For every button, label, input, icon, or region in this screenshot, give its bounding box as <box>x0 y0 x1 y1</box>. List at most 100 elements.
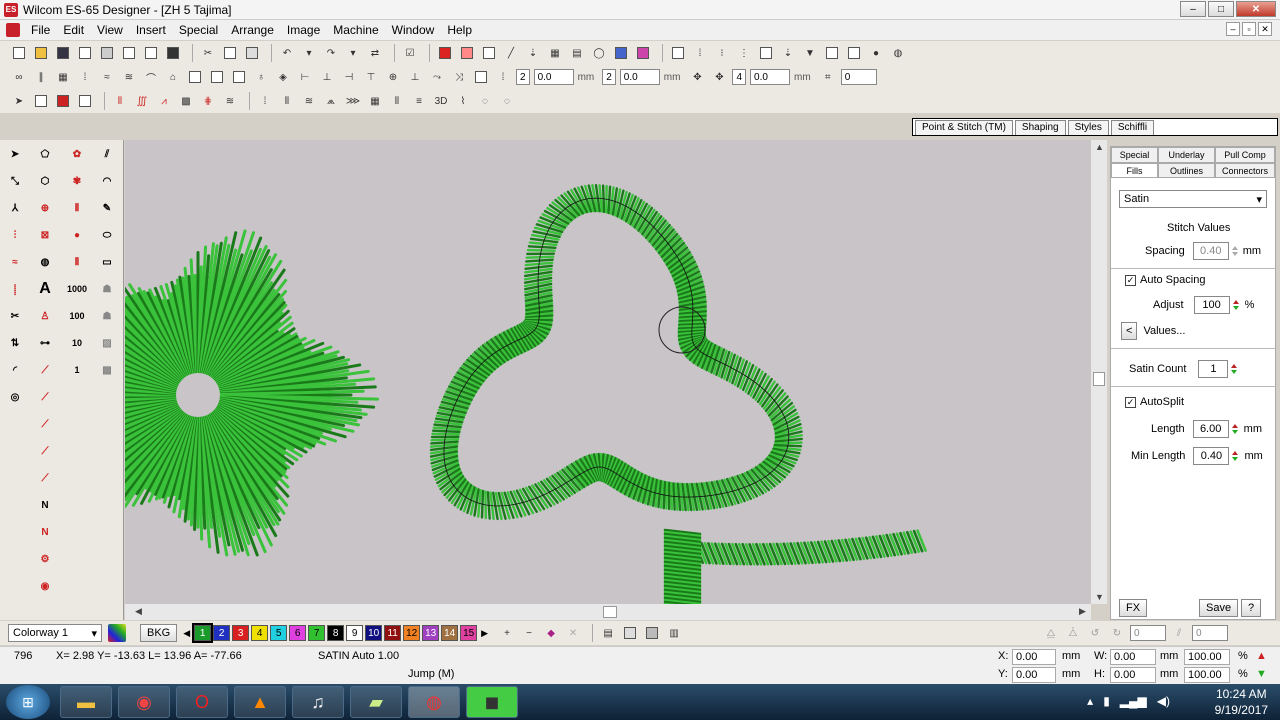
toolbar-icon-f[interactable]: ⇣ <box>779 44 797 62</box>
toolbar2-icon-l[interactable]: ♁ <box>252 68 270 86</box>
run-icon[interactable]: ⩘ <box>155 92 173 110</box>
toolbar2-icon-j[interactable] <box>208 68 226 86</box>
toolbar-icon-e[interactable] <box>757 44 775 62</box>
globe-tool-icon[interactable]: ◍ <box>34 251 56 273</box>
color-swatch-7[interactable]: 7 <box>308 625 326 641</box>
stitch-count-1000-icon[interactable]: 1000 <box>66 278 88 300</box>
autosplit-checkbox[interactable]: ✓ <box>1125 396 1136 408</box>
toolbar-icon-k[interactable]: ◍ <box>889 44 907 62</box>
align-center-icon[interactable]: ⊥ <box>318 68 336 86</box>
sort-tool-icon[interactable]: ⇅ <box>4 332 26 354</box>
width-field[interactable]: 0.00 <box>1110 649 1156 665</box>
maximize-button[interactable]: □ <box>1208 1 1234 17</box>
cross-stitch-icon[interactable]: ⋕ <box>199 92 217 110</box>
help-button[interactable]: ? <box>1241 599 1262 617</box>
bitmap-tool-icon[interactable]: ☗ <box>96 278 118 300</box>
align-top-icon[interactable]: ⊤ <box>362 68 380 86</box>
scroll-left-icon[interactable]: ◀ <box>135 606 142 617</box>
flower2-tool-icon[interactable]: ✾ <box>66 170 88 192</box>
toolbar-icon-h[interactable] <box>823 44 841 62</box>
menu-file[interactable]: File <box>26 23 58 37</box>
auto-spacing-checkbox[interactable]: ✓ <box>1125 274 1136 286</box>
people-tool-icon[interactable]: ♙ <box>34 305 56 327</box>
array-count2-field[interactable]: 2 <box>602 69 616 85</box>
tab-pull-comp[interactable]: Pull Comp <box>1215 147 1275 163</box>
stitch-count-10-icon[interactable]: 10 <box>66 332 88 354</box>
spacing-input[interactable]: 0.40 <box>1192 242 1229 260</box>
show-hoop-icon[interactable]: ◯ <box>590 44 608 62</box>
ellipse2-tool-icon[interactable]: ◎ <box>4 386 26 408</box>
spacing-spinner[interactable] <box>1230 242 1240 260</box>
chrome-taskbar-icon[interactable]: ◉ <box>118 686 170 718</box>
toolbar2-icon-x[interactable]: ⌗ <box>819 68 837 86</box>
menu-insert[interactable]: Insert <box>131 23 174 37</box>
texture-tool-icon[interactable]: ▩ <box>96 359 118 381</box>
volume-icon[interactable]: ◀) <box>1157 694 1170 708</box>
scissors-tool-icon[interactable]: ✂ <box>4 305 26 327</box>
toolbar2-icon-f[interactable]: ≋ <box>120 68 138 86</box>
color-swatch-9[interactable]: 9 <box>346 625 364 641</box>
line-tool-icon[interactable]: ⟋ <box>34 359 56 381</box>
angle-field[interactable]: 0 <box>840 69 877 85</box>
height-field[interactable]: 0.00 <box>1110 667 1156 683</box>
menu-help[interactable]: Help <box>442 23 480 37</box>
toolbar-icon-a[interactable] <box>669 44 687 62</box>
stem-satin[interactable] <box>663 528 927 604</box>
wilcom-taskbar-icon[interactable]: ◍ <box>408 686 460 718</box>
array-spacing-field[interactable]: 0.0 <box>533 69 574 85</box>
rotate-spacing-field[interactable]: 0.0 <box>750 69 791 85</box>
color-swatch-14[interactable]: 14 <box>441 625 459 641</box>
column-tool-icon[interactable]: ⦀ <box>66 251 88 273</box>
satin-count-spinner[interactable] <box>1229 360 1239 378</box>
rotate-left-icon[interactable]: ↺ <box>1086 624 1104 642</box>
color-swatch-1[interactable]: 1 <box>192 623 214 643</box>
toolbar2-icon-k[interactable] <box>230 68 248 86</box>
node2-tool-icon[interactable]: N <box>34 521 56 543</box>
select-tool-icon[interactable]: ➤ <box>4 143 26 165</box>
toolbar-icon-c[interactable]: ⁝ <box>713 44 731 62</box>
skew-icon[interactable]: ⫽ <box>1170 624 1188 642</box>
align-left-icon[interactable]: ⊢ <box>296 68 314 86</box>
toolbar-icon-j[interactable]: ● <box>867 44 885 62</box>
menu-view[interactable]: View <box>92 23 131 37</box>
redo-icon[interactable]: ↷ <box>322 44 340 62</box>
rotate-count-field[interactable]: 4 <box>732 69 747 85</box>
y-position-field[interactable]: 0.00 <box>1012 667 1056 683</box>
doc-restore-button[interactable]: ▫ <box>1242 22 1256 36</box>
travel-icon[interactable]: ⇄ <box>366 44 384 62</box>
line5-tool-icon[interactable]: ⟋ <box>34 467 56 489</box>
color-swatch-12[interactable]: 12 <box>403 625 421 641</box>
show-stitches-icon[interactable] <box>436 44 454 62</box>
toolbar2-icon-e[interactable]: ≈ <box>98 68 116 86</box>
flower-tool-icon[interactable]: ✿ <box>66 143 88 165</box>
connect-tool-icon[interactable]: ⊶ <box>34 332 56 354</box>
show-grid-icon[interactable]: ▦ <box>546 44 564 62</box>
fill-type-select[interactable]: Satin ▾ <box>1119 190 1267 208</box>
color-disabled-icon[interactable]: ✕ <box>564 624 582 642</box>
satin-icon[interactable]: ⦀ <box>111 92 129 110</box>
select-object-icon[interactable] <box>32 92 50 110</box>
design-canvas[interactable] <box>125 140 1091 604</box>
show-rulers-icon[interactable]: ▤ <box>568 44 586 62</box>
length-spinner[interactable] <box>1230 420 1240 438</box>
select-arrow-icon[interactable]: ➤ <box>10 92 28 110</box>
notes-taskbar-icon[interactable]: ▰ <box>350 686 402 718</box>
tab-schiffli[interactable]: Schiffli <box>1110 120 1155 135</box>
scroll-right-icon[interactable]: ▶ <box>1079 606 1086 617</box>
target-tool-icon[interactable]: ◉ <box>34 575 56 597</box>
color-swatch-6[interactable]: 6 <box>289 625 307 641</box>
width-percent-field[interactable]: 100.00 <box>1184 649 1230 665</box>
clover-outline-satin[interactable] <box>429 183 803 521</box>
rotate-right-icon[interactable]: ↻ <box>1108 624 1126 642</box>
toolbar-icon-g[interactable]: ▼ <box>801 44 819 62</box>
explorer-taskbar-icon[interactable]: ▬ <box>60 686 112 718</box>
arc-tool-icon[interactable]: ◠ <box>96 170 118 192</box>
fill-type-k-icon[interactable]: ◌ <box>498 92 516 110</box>
min-length-input[interactable]: 0.40 <box>1193 447 1230 465</box>
line4-tool-icon[interactable]: ⟋ <box>34 440 56 462</box>
toolbar2-icon-u[interactable]: ⤨ <box>450 68 468 86</box>
network-icon[interactable]: ▮ <box>1103 694 1110 708</box>
undo-dropdown-icon[interactable]: ▾ <box>300 44 318 62</box>
fill-type-d-icon[interactable]: ⩕ <box>322 92 340 110</box>
design-properties-icon[interactable] <box>142 44 160 62</box>
